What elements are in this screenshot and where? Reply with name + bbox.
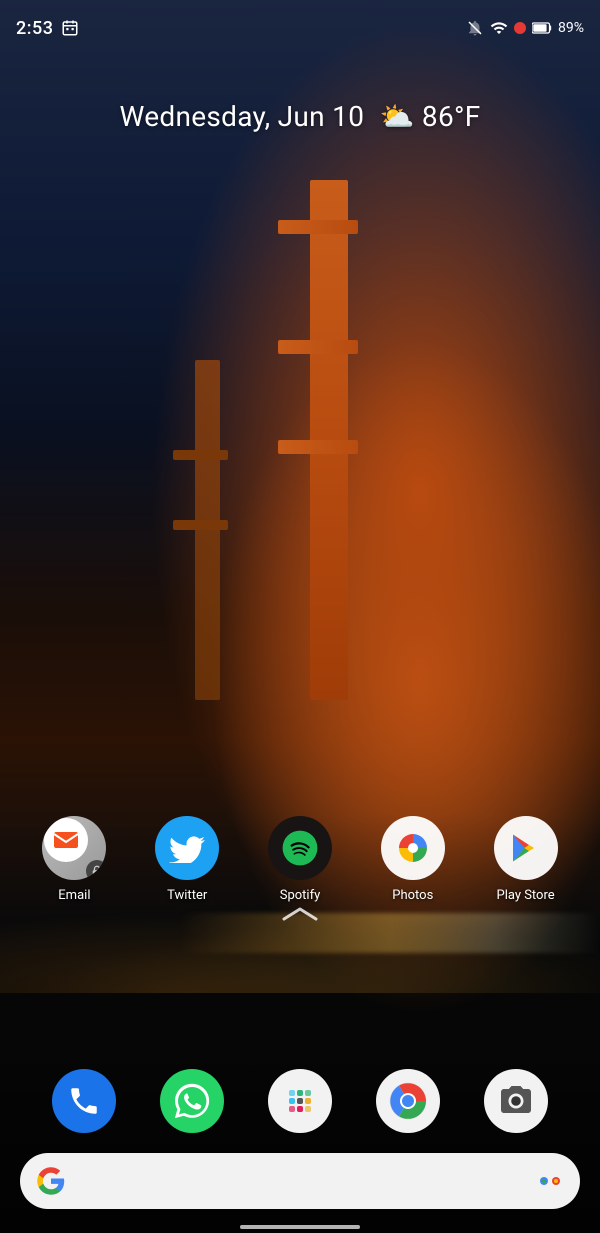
photos-icon (393, 828, 433, 868)
wifi-icon (490, 19, 508, 37)
app-photos-label: Photos (392, 888, 433, 903)
battery-percentage: 89% (558, 20, 584, 36)
battery-icon (532, 21, 552, 35)
app-drawer-handle[interactable] (280, 903, 320, 923)
slack-icon (282, 1083, 318, 1119)
dock-slack[interactable] (255, 1069, 345, 1133)
recording-indicator (514, 22, 526, 34)
dock-camera[interactable] (471, 1069, 561, 1133)
google-search-bar[interactable] (20, 1153, 580, 1209)
app-playstore-label: Play Store (497, 888, 555, 903)
mute-icon (466, 19, 484, 37)
status-left: 2:53 (16, 18, 79, 39)
app-row-main: Email Twitter Spotify (0, 816, 600, 903)
google-assistant-icon (536, 1167, 564, 1195)
status-right: 89% (466, 19, 584, 37)
app-playstore[interactable]: Play Store (481, 816, 571, 903)
twitter-bird-icon (169, 833, 205, 863)
lock-icon (91, 865, 103, 877)
camera-icon (498, 1083, 534, 1119)
nav-bar (240, 1225, 360, 1229)
playstore-icon (508, 830, 544, 866)
spotify-icon (281, 829, 319, 867)
phone-icon (67, 1084, 101, 1118)
date-text: Wednesday, Jun 10 (119, 100, 364, 133)
app-email-label: Email (58, 888, 90, 903)
status-time: 2:53 (16, 18, 53, 39)
dock-whatsapp[interactable] (147, 1069, 237, 1133)
app-photos[interactable]: Photos (368, 816, 458, 903)
whatsapp-icon (174, 1083, 210, 1119)
dock (0, 1069, 600, 1133)
chrome-icon (388, 1081, 428, 1121)
temperature-text: 86°F (422, 100, 481, 133)
weather-icon: ⛅ (379, 100, 414, 133)
dock-phone[interactable] (39, 1069, 129, 1133)
dock-chrome[interactable] (363, 1069, 453, 1133)
app-spotify[interactable]: Spotify (255, 816, 345, 903)
app-twitter-label: Twitter (167, 888, 207, 903)
date-weather-widget: Wednesday, Jun 10 ⛅ 86°F (0, 100, 600, 133)
status-bar: 2:53 (0, 0, 600, 56)
app-email[interactable]: Email (29, 816, 119, 903)
calendar-icon (61, 19, 79, 37)
app-spotify-label: Spotify (280, 888, 321, 903)
app-twitter[interactable]: Twitter (142, 816, 232, 903)
google-g-logo (36, 1166, 66, 1196)
date-display: Wednesday, Jun 10 ⛅ 86°F (0, 100, 600, 133)
